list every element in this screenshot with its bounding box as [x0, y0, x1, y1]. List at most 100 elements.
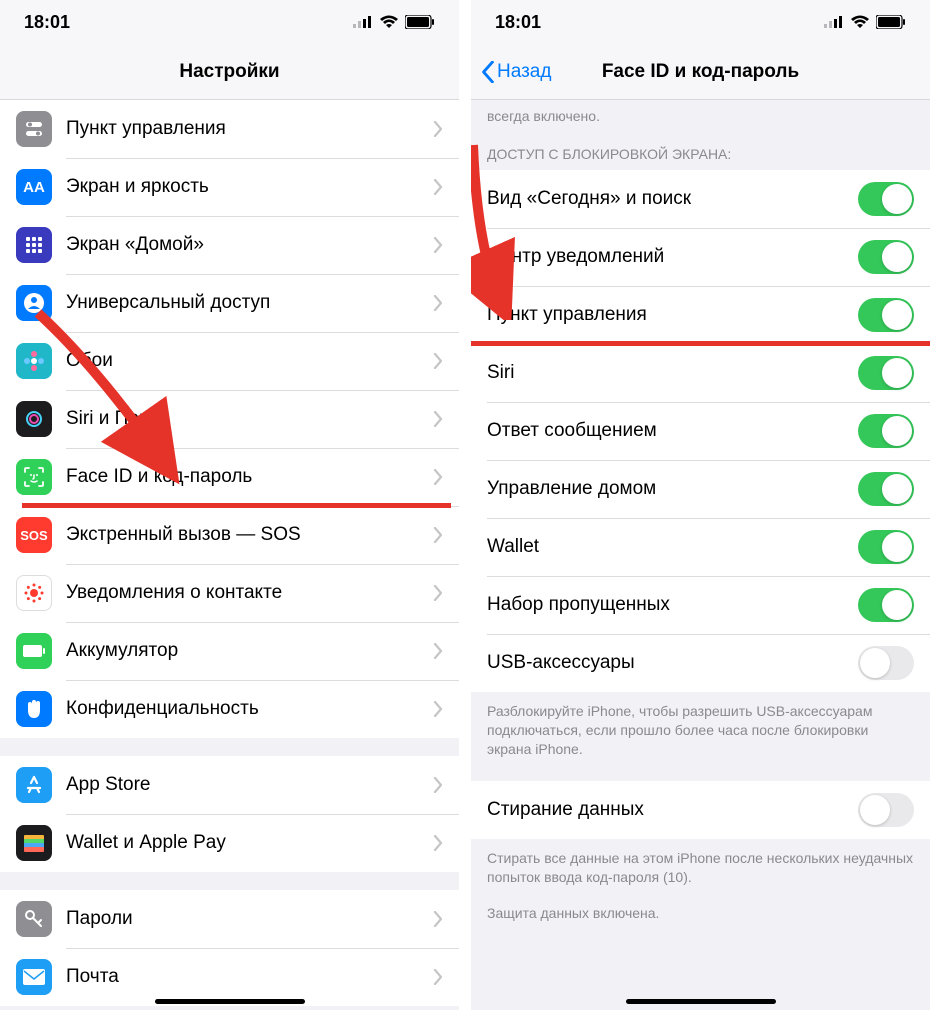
row-label: Экран «Домой»: [66, 234, 433, 256]
row-missed[interactable]: Набор пропущенных: [471, 576, 930, 634]
accessibility-icon: [16, 285, 52, 321]
cellular-icon: [824, 16, 844, 28]
row-label: Аккумулятор: [66, 640, 433, 662]
row-wallet[interactable]: Wallet и Apple Pay: [0, 814, 459, 872]
row-siri[interactable]: Siri: [471, 344, 930, 402]
row-wallpaper[interactable]: Обои: [0, 332, 459, 390]
reply-toggle[interactable]: [858, 414, 914, 448]
chevron-right-icon: [433, 585, 443, 601]
battery-icon: [16, 633, 52, 669]
battery-icon: [876, 15, 906, 29]
faceid-scroll[interactable]: всегда включено. ДОСТУП С БЛОКИРОВКОЙ ЭК…: [471, 100, 930, 1010]
chevron-right-icon: [433, 295, 443, 311]
row-erase[interactable]: Стирание данных: [471, 781, 930, 839]
wifi-icon: [379, 15, 399, 29]
row-label: Пароли: [66, 908, 433, 930]
lock-access-toggles: Вид «Сегодня» и поискЦентр уведомлений Пу…: [471, 170, 930, 692]
row-control-center[interactable]: Пункт управления: [0, 100, 459, 158]
row-label: Универсальный доступ: [66, 292, 433, 314]
row-label: Почта: [66, 966, 433, 988]
missed-toggle[interactable]: [858, 588, 914, 622]
display-icon: AA: [16, 169, 52, 205]
row-siri[interactable]: Siri и Поиск: [0, 390, 459, 448]
phone-settings: 18:01 Настройки Пункт управленияAAЭкран …: [0, 0, 459, 1010]
row-control[interactable]: Пункт управления: [471, 286, 930, 344]
chevron-right-icon: [433, 911, 443, 927]
row-exposure[interactable]: Уведомления о контакте: [0, 564, 459, 622]
wallpaper-icon: [16, 343, 52, 379]
row-accessibility[interactable]: Универсальный доступ: [0, 274, 459, 332]
erase-label: Стирание данных: [487, 799, 858, 821]
battery-icon: [405, 15, 435, 29]
row-wallet[interactable]: Wallet: [471, 518, 930, 576]
chevron-right-icon: [433, 469, 443, 485]
faceid-icon: [16, 459, 52, 495]
page-title: Настройки: [179, 61, 279, 83]
row-home[interactable]: Управление домом: [471, 460, 930, 518]
wallet-icon: [16, 825, 52, 861]
row-label: Siri и Поиск: [66, 408, 433, 430]
erase-toggle[interactable]: [858, 793, 914, 827]
nav-bar: Назад Face ID и код-пароль: [471, 44, 930, 100]
row-privacy[interactable]: Конфиденциальность: [0, 680, 459, 738]
row-label: Уведомления о контакте: [66, 582, 433, 604]
chevron-right-icon: [433, 411, 443, 427]
chevron-right-icon: [433, 643, 443, 659]
row-today[interactable]: Вид «Сегодня» и поиск: [471, 170, 930, 228]
row-appstore[interactable]: App Store: [0, 756, 459, 814]
row-sos[interactable]: SOSЭкстренный вызов — SOS: [0, 506, 459, 564]
row-passwords[interactable]: Пароли: [0, 890, 459, 948]
nav-bar: Настройки: [0, 44, 459, 100]
mail-icon: [16, 959, 52, 995]
chevron-right-icon: [433, 835, 443, 851]
usb-toggle[interactable]: [858, 646, 914, 680]
back-button[interactable]: Назад: [481, 61, 551, 83]
row-label: App Store: [66, 774, 433, 796]
privacy-icon: [16, 691, 52, 727]
row-label: Ответ сообщением: [487, 420, 858, 442]
row-label: Face ID и код-пароль: [66, 466, 433, 488]
siri-toggle[interactable]: [858, 356, 914, 390]
row-usb[interactable]: USB-аксессуары: [471, 634, 930, 692]
home-toggle[interactable]: [858, 472, 914, 506]
wifi-icon: [850, 15, 870, 29]
chevron-right-icon: [433, 121, 443, 137]
row-label: USB-аксессуары: [487, 652, 858, 674]
row-faceid[interactable]: Face ID и код-пароль: [0, 448, 459, 506]
notif-toggle[interactable]: [858, 240, 914, 274]
chevron-right-icon: [433, 179, 443, 195]
row-label: Набор пропущенных: [487, 594, 858, 616]
today-toggle[interactable]: [858, 182, 914, 216]
row-display[interactable]: AA Экран и яркость: [0, 158, 459, 216]
back-label: Назад: [497, 61, 551, 83]
settings-group-1: Пункт управления AA Экран и яркость Экран «…: [0, 100, 459, 738]
chevron-right-icon: [433, 527, 443, 543]
control-toggle[interactable]: [858, 298, 914, 332]
page-title: Face ID и код-пароль: [602, 61, 799, 83]
chevron-right-icon: [433, 353, 443, 369]
settings-group-3: Пароли Почта: [0, 890, 459, 1006]
row-home-screen[interactable]: Экран «Домой»: [0, 216, 459, 274]
passwords-icon: [16, 901, 52, 937]
sos-icon: SOS: [16, 517, 52, 553]
chevron-right-icon: [433, 969, 443, 985]
row-label: Управление домом: [487, 478, 858, 500]
home-indicator: [626, 999, 776, 1004]
row-label: Пункт управления: [487, 304, 858, 326]
settings-scroll[interactable]: Пункт управления AA Экран и яркость Экран «…: [0, 100, 459, 1010]
chevron-left-icon: [481, 61, 495, 83]
cellular-icon: [353, 16, 373, 28]
appstore-icon: [16, 767, 52, 803]
row-mail[interactable]: Почта: [0, 948, 459, 1006]
row-label: Конфиденциальность: [66, 698, 433, 720]
wallet-toggle[interactable]: [858, 530, 914, 564]
status-bar: 18:01: [471, 0, 930, 44]
row-label: Пункт управления: [66, 118, 433, 140]
row-notif[interactable]: Центр уведомлений: [471, 228, 930, 286]
row-label: Экран и яркость: [66, 176, 433, 198]
exposure-icon: [16, 575, 52, 611]
lock-access-header: ДОСТУП С БЛОКИРОВКОЙ ЭКРАНА:: [471, 124, 930, 170]
row-reply[interactable]: Ответ сообщением: [471, 402, 930, 460]
status-icons: [353, 15, 435, 29]
row-battery[interactable]: Аккумулятор: [0, 622, 459, 680]
